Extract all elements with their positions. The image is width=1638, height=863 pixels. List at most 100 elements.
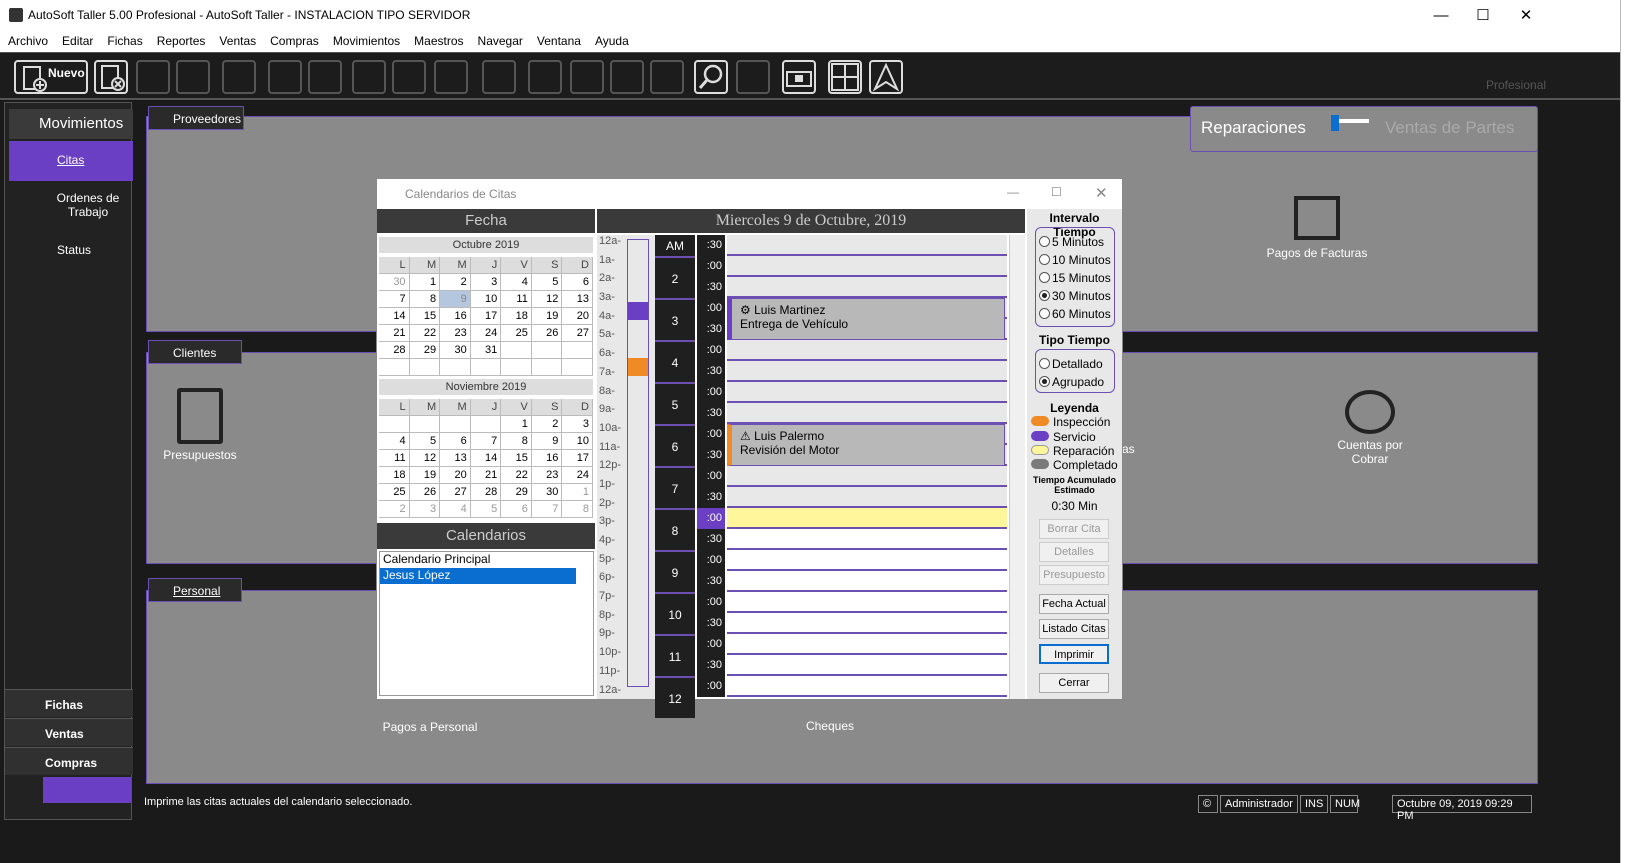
imprimir-button[interactable]: Imprimir <box>1039 644 1109 664</box>
calendar-day[interactable]: 6 <box>501 501 532 518</box>
pagos-facturas-icon[interactable]: Pagos de Facturas <box>1262 196 1372 260</box>
cut-icon[interactable] <box>352 60 386 94</box>
radio-agrupado[interactable]: Agrupado <box>1039 375 1104 389</box>
time-slot[interactable] <box>727 613 1007 634</box>
calendar-day[interactable]: 7 <box>531 501 563 518</box>
calendar-item-principal[interactable]: Calendario Principal <box>380 552 593 568</box>
calendar-day[interactable]: 10 <box>562 433 593 450</box>
hour-overview-bar[interactable] <box>627 239 649 687</box>
calendar-day[interactable]: 30 <box>440 342 471 359</box>
calendar-day[interactable]: 9 <box>531 433 563 450</box>
menu-movimientos[interactable]: Movimientos <box>333 34 400 48</box>
mode-switch[interactable]: Reparaciones Ventas de Partes <box>1190 106 1538 152</box>
calendar-day[interactable] <box>379 416 410 433</box>
time-slot[interactable] <box>727 550 1007 571</box>
month2-grid[interactable]: L M M J V S D 1 2 3 4 5 6 7 8 9 10 11 12 13 14 15 16 17 18 19 20 21… <box>379 399 593 518</box>
calendar-day[interactable]: 22 <box>409 325 441 342</box>
calendar-day[interactable] <box>379 359 410 376</box>
calendar-day[interactable]: 12 <box>531 291 563 308</box>
calendar-day[interactable]: 1 <box>562 484 593 501</box>
calendar-day[interactable]: 7 <box>379 291 410 308</box>
calendar-day[interactable]: 10 <box>470 291 502 308</box>
tab-clientes[interactable]: Clientes <box>148 340 242 364</box>
menu-maestros[interactable]: Maestros <box>414 34 463 48</box>
calendar-day[interactable]: 9 <box>440 291 471 308</box>
appointment[interactable]: ⚠ Luis Palermo Revisión del Motor <box>727 424 1005 466</box>
calendar-day[interactable] <box>409 359 441 376</box>
calendar-day[interactable]: 4 <box>501 274 532 291</box>
calendar-day[interactable]: 15 <box>501 450 532 467</box>
calendar-day[interactable]: 5 <box>531 274 563 291</box>
time-slot[interactable] <box>727 340 1007 361</box>
calendar-item-jesus[interactable]: Jesus López <box>380 568 576 584</box>
radio-60min[interactable]: 60 Minutos <box>1039 307 1111 321</box>
calendar-day[interactable]: 3 <box>470 274 502 291</box>
menu-navegar[interactable]: Navegar <box>478 34 523 48</box>
calendar-day[interactable]: 5 <box>470 501 502 518</box>
radio-detallado[interactable]: Detallado <box>1039 357 1103 371</box>
calendar-day[interactable]: 22 <box>501 467 532 484</box>
calendar-day[interactable]: 28 <box>379 342 410 359</box>
preview-icon[interactable] <box>308 60 342 94</box>
calendar-day[interactable]: 29 <box>409 342 441 359</box>
menu-ventas[interactable]: Ventas <box>219 34 256 48</box>
prev-record-icon[interactable] <box>570 60 604 94</box>
calendar-day[interactable]: 4 <box>379 433 410 450</box>
calendar-day[interactable]: 30 <box>531 484 563 501</box>
calendar-day[interactable]: 12 <box>409 450 441 467</box>
calendar-day[interactable]: 2 <box>379 501 410 518</box>
calendar-day[interactable]: 23 <box>531 467 563 484</box>
calendar-day[interactable]: 19 <box>409 467 441 484</box>
menu-ventana[interactable]: Ventana <box>537 34 581 48</box>
calendar-day[interactable]: 29 <box>501 484 532 501</box>
time-slot[interactable] <box>727 256 1007 277</box>
calendar-day[interactable]: 16 <box>531 450 563 467</box>
menu-archivo[interactable]: Archivo <box>8 34 48 48</box>
calendar-day[interactable]: 8 <box>501 433 532 450</box>
calendar-day[interactable]: 24 <box>562 467 593 484</box>
radio-10min[interactable]: 10 Minutos <box>1039 253 1111 267</box>
detalles-button[interactable]: Detalles <box>1039 542 1109 562</box>
calendar-day[interactable]: 4 <box>440 501 471 518</box>
menu-reportes[interactable]: Reportes <box>157 34 206 48</box>
calendar-day[interactable] <box>440 359 471 376</box>
pagos-personal-icon[interactable]: Pagos a Personal <box>380 720 480 734</box>
calendar-day[interactable]: 18 <box>501 308 532 325</box>
time-slot[interactable] <box>727 277 1007 298</box>
radio-5min[interactable]: 5 Minutos <box>1039 235 1104 249</box>
calendar-day[interactable]: 8 <box>409 291 441 308</box>
calendar-day[interactable]: 1 <box>409 274 441 291</box>
time-slot[interactable] <box>727 466 1007 487</box>
lock-icon[interactable] <box>782 60 816 94</box>
calendar-day[interactable]: 28 <box>470 484 502 501</box>
sidebar-item-citas[interactable]: Citas <box>9 141 133 181</box>
calendar-day[interactable]: 21 <box>470 467 502 484</box>
paste-icon[interactable] <box>434 60 468 94</box>
calendar-day[interactable]: 30 <box>379 274 410 291</box>
sidebar-item-ordenes[interactable]: Ordenes de Trabajo <box>9 189 121 229</box>
calendar-day[interactable]: 24 <box>470 325 502 342</box>
calendar-day[interactable]: 14 <box>470 450 502 467</box>
calendar-day[interactable] <box>501 359 532 376</box>
delete-doc-icon[interactable] <box>94 60 128 94</box>
menu-fichas[interactable]: Fichas <box>107 34 142 48</box>
menu-compras[interactable]: Compras <box>270 34 319 48</box>
calendar-day[interactable]: 21 <box>379 325 410 342</box>
calendar-day[interactable]: 2 <box>440 274 471 291</box>
presupuesto-button[interactable]: Presupuesto <box>1039 565 1109 585</box>
save-icon[interactable] <box>176 60 210 94</box>
time-slot[interactable] <box>727 634 1007 655</box>
cerrar-button[interactable]: Cerrar <box>1039 673 1109 693</box>
calendar-day[interactable] <box>562 359 593 376</box>
time-slot[interactable] <box>727 382 1007 403</box>
calendar-day[interactable] <box>440 416 471 433</box>
listado-citas-button[interactable]: Listado Citas <box>1039 619 1109 639</box>
calendar-day[interactable] <box>531 359 563 376</box>
refresh-icon[interactable] <box>222 60 256 94</box>
search-icon[interactable] <box>694 60 728 94</box>
calendar-day[interactable]: 26 <box>409 484 441 501</box>
fecha-actual-button[interactable]: Fecha Actual <box>1039 594 1109 614</box>
minimize-button[interactable]: — <box>1418 0 1464 30</box>
last-record-icon[interactable] <box>650 60 684 94</box>
calendar-day[interactable]: 27 <box>440 484 471 501</box>
